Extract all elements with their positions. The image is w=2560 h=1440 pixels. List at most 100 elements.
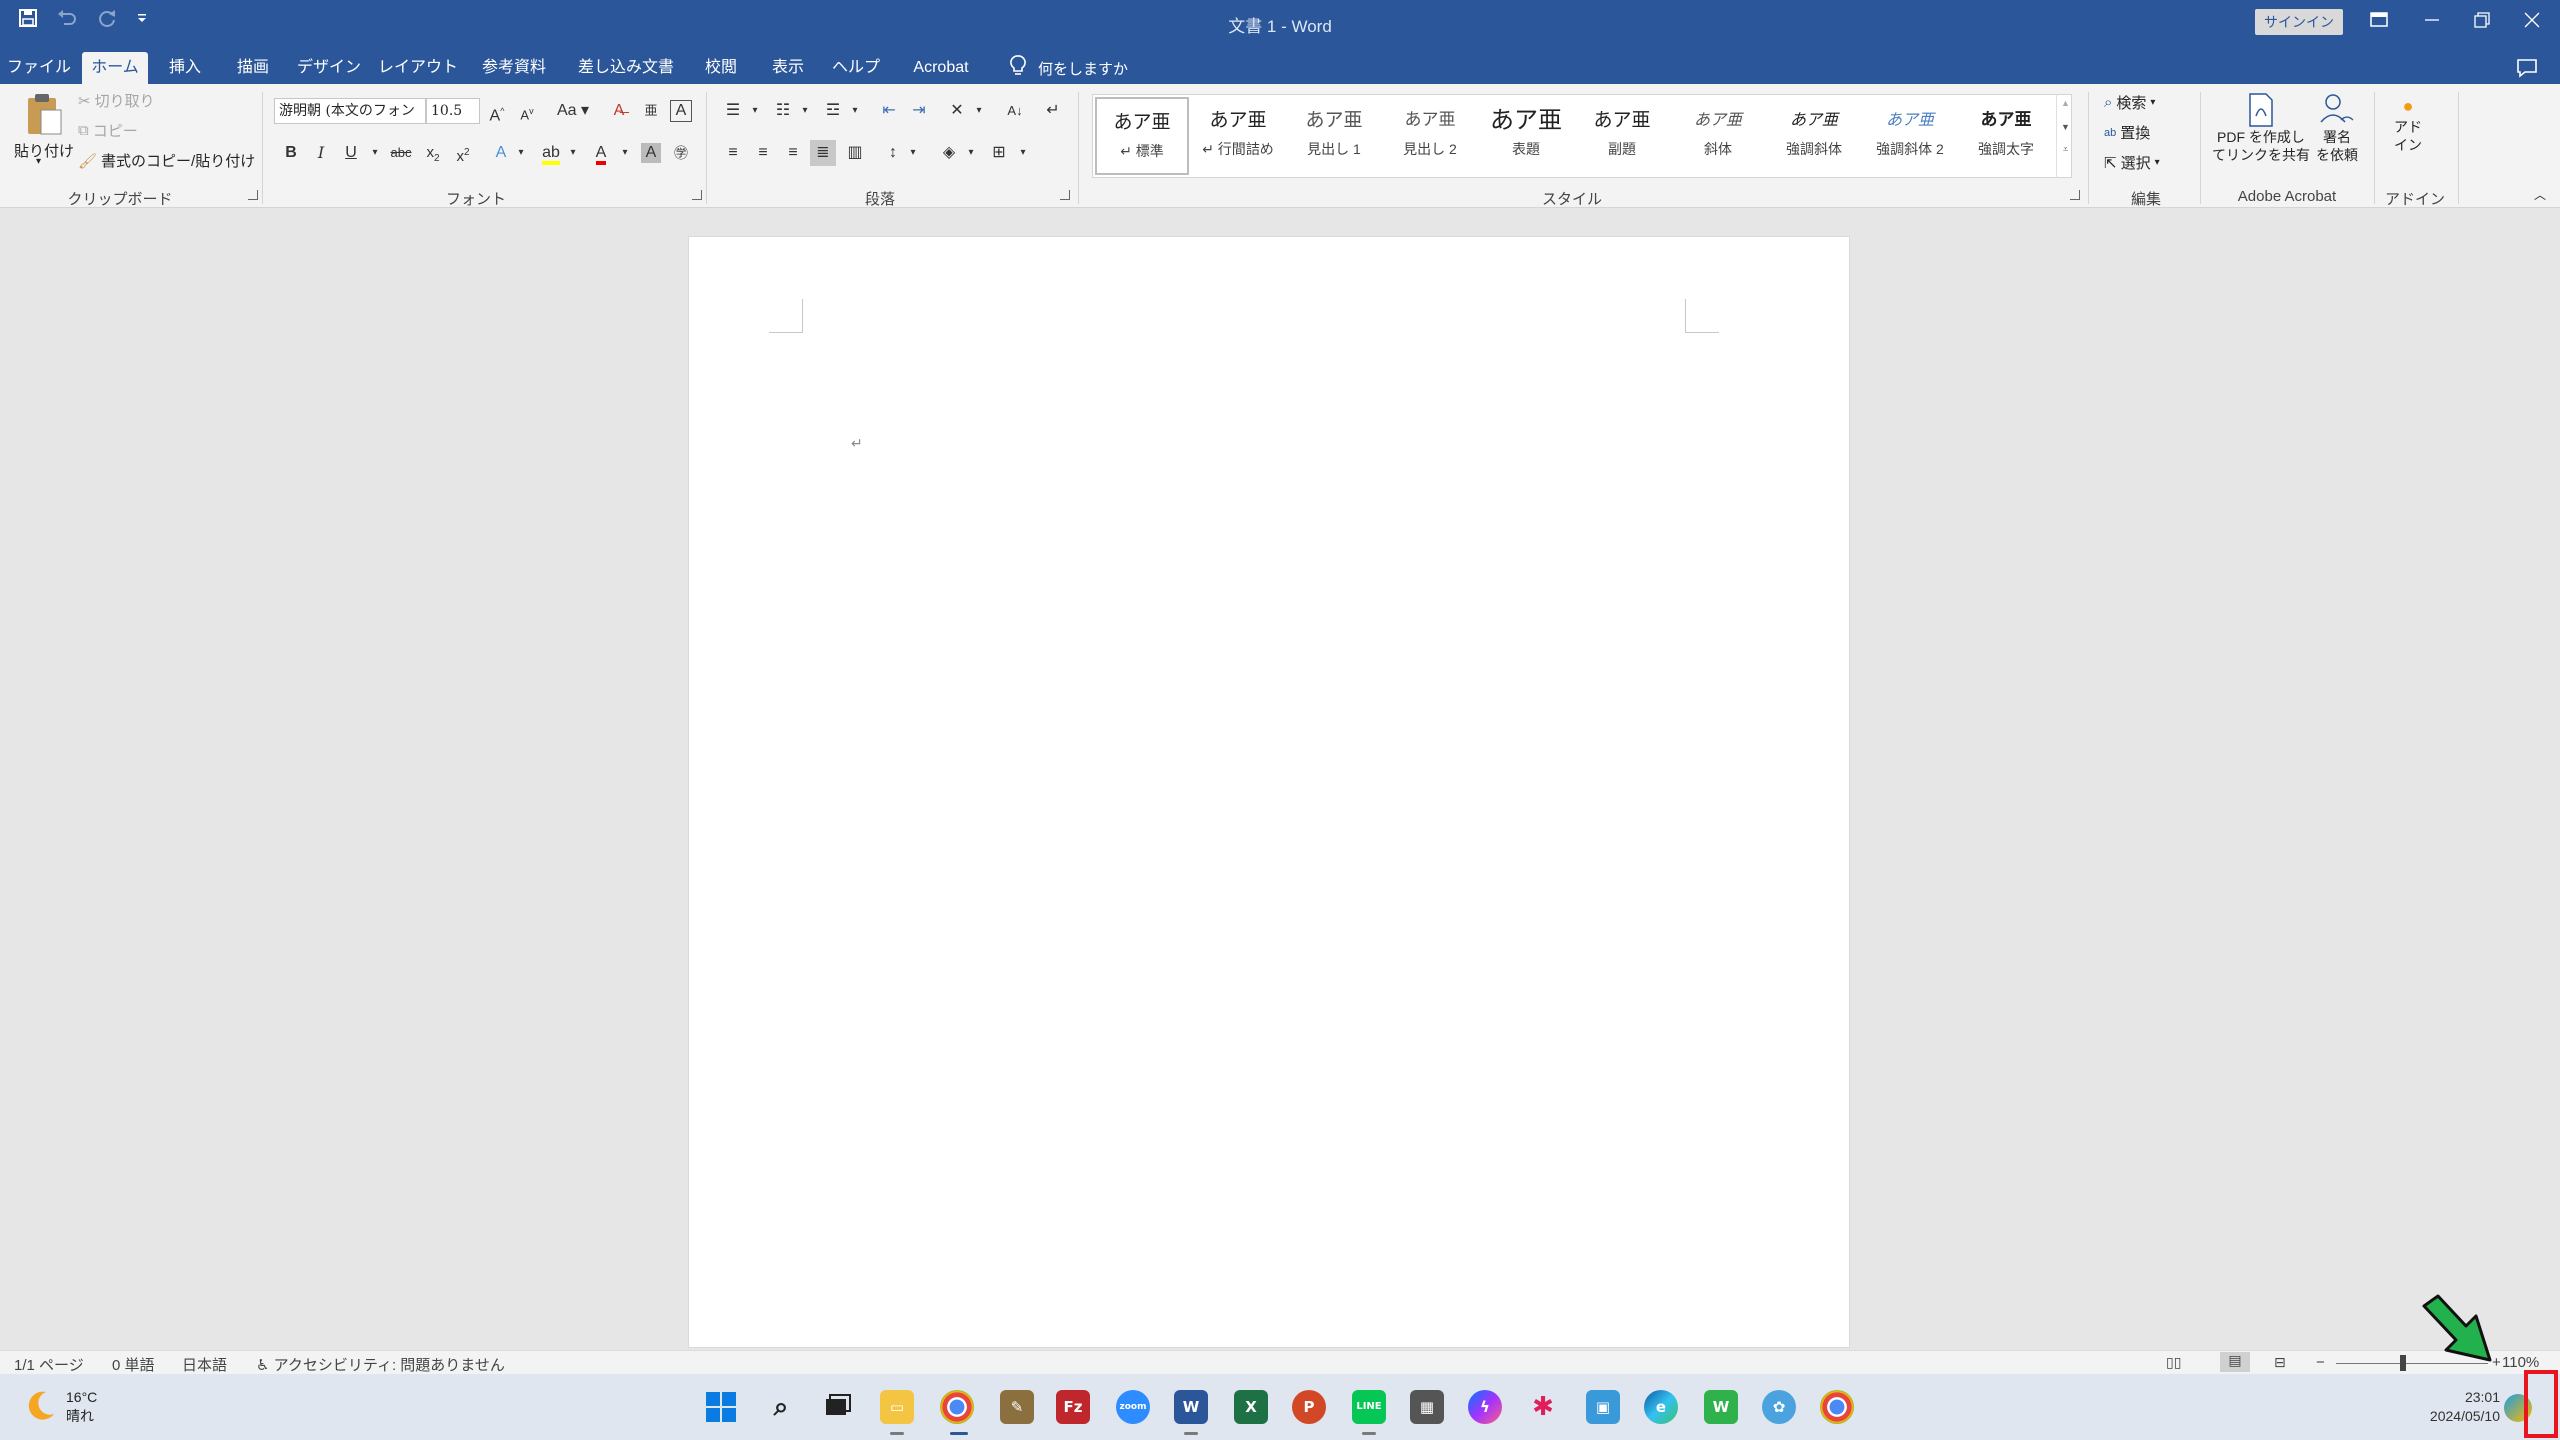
web-layout-icon[interactable]: ⊟ [2274, 1354, 2286, 1371]
start-icon[interactable] [704, 1390, 738, 1424]
font-launcher-icon[interactable] [692, 190, 702, 200]
signin-button[interactable]: サインイン [2255, 9, 2343, 35]
search-icon[interactable]: ⌕ [764, 1390, 798, 1424]
font-name-combo[interactable]: 游明朝 (本文のフォン [274, 98, 426, 124]
multilevel-dropdown-icon[interactable]: ▾ [842, 98, 868, 124]
sort-icon[interactable]: A↓ [1002, 98, 1028, 124]
document-page[interactable]: ↵ [688, 236, 1850, 1348]
language-indicator[interactable]: 日本語 [182, 1354, 227, 1375]
find-button[interactable]: ⌕ 検索 ▾ [2104, 92, 2155, 113]
style-heading-1[interactable]: あア亜 見出し 1 [1287, 97, 1381, 175]
asian-layout-dropdown-icon[interactable]: ▾ [966, 98, 992, 124]
replace-button[interactable]: ab 置換 [2104, 122, 2150, 143]
borders-dropdown-icon[interactable]: ▾ [1010, 140, 1036, 166]
clear-formatting-icon[interactable]: A̶ [606, 98, 632, 124]
create-pdf-button[interactable]: PDF を作成し てリンクを共有 [2212, 92, 2310, 164]
weather-widget[interactable]: 16°C 晴れ [66, 1388, 97, 1426]
align-left-icon[interactable]: ≡ [720, 140, 746, 166]
change-case-button[interactable]: Aa ▾ [552, 98, 594, 124]
style-strong[interactable]: あア亜 強調太字 [1959, 97, 2053, 175]
comments-icon[interactable] [2516, 58, 2538, 83]
print-layout-icon[interactable]: ▤ [2220, 1352, 2250, 1372]
photos-icon[interactable]: ▣ [1586, 1390, 1620, 1424]
messenger-icon[interactable]: ϟ [1468, 1390, 1502, 1424]
cut-button[interactable]: ✂ 切り取り [78, 90, 155, 111]
copy-button[interactable]: ⧉ コピー [78, 120, 138, 141]
request-signature-button[interactable]: 署名 を依頼 [2316, 92, 2358, 164]
minimize-icon[interactable] [2420, 10, 2446, 32]
chevron-down-icon[interactable]: ▼ [2057, 122, 2074, 132]
moon-icon[interactable] [22, 1388, 58, 1429]
superscript-icon[interactable]: x2 [450, 140, 476, 166]
slack-icon[interactable]: ✱ [1526, 1390, 1560, 1424]
line-icon[interactable]: LINE [1352, 1390, 1386, 1424]
decrease-indent-icon[interactable]: ⇤ [876, 98, 902, 124]
strikethrough-button[interactable]: abc [388, 140, 414, 166]
tab-insert[interactable]: 挿入 [160, 52, 210, 84]
bold-button[interactable]: B [278, 140, 304, 166]
tab-layout[interactable]: レイアウト [378, 52, 458, 84]
character-border-icon[interactable]: A [670, 100, 692, 122]
w-icon[interactable]: W [1704, 1390, 1738, 1424]
shrink-font-icon[interactable]: Av [514, 98, 540, 124]
justify-icon[interactable]: ≣ [810, 140, 836, 166]
tab-acrobat[interactable]: Acrobat [900, 52, 982, 84]
font-size-combo[interactable]: 10.5 [426, 98, 480, 124]
tab-home[interactable]: ホーム [82, 52, 148, 84]
notepad-icon[interactable]: ✎ [1000, 1390, 1034, 1424]
highlight-dropdown-icon[interactable]: ▾ [560, 140, 586, 166]
text-effects-dropdown-icon[interactable]: ▾ [508, 140, 534, 166]
zoom-out-icon[interactable]: − [2316, 1354, 2325, 1371]
font-color-dropdown-icon[interactable]: ▾ [612, 140, 638, 166]
chrome-2-icon[interactable] [1820, 1390, 1854, 1424]
tab-design[interactable]: デザイン [294, 52, 364, 84]
ribbon-display-options-icon[interactable] [2368, 10, 2394, 32]
zoom-slider-thumb[interactable] [2400, 1355, 2406, 1371]
enclose-characters-icon[interactable]: ㊫ [668, 140, 694, 166]
word-icon[interactable]: W [1174, 1390, 1208, 1424]
increase-indent-icon[interactable]: ⇥ [906, 98, 932, 124]
collapse-ribbon-icon[interactable]: ︿ [2534, 186, 2546, 203]
close-icon[interactable] [2520, 10, 2546, 32]
calculator-icon[interactable]: ▦ [1410, 1390, 1444, 1424]
tab-draw[interactable]: 描画 [226, 52, 280, 84]
tab-review[interactable]: 校閲 [696, 52, 746, 84]
bullets-dropdown-icon[interactable]: ▾ [742, 98, 768, 124]
paste-button[interactable]: 貼り付け [14, 92, 74, 161]
page-count[interactable]: 1/1 ページ [14, 1354, 84, 1375]
app-icon[interactable]: ✿ [1762, 1390, 1796, 1424]
style-subtitle[interactable]: あア亜 副題 [1575, 97, 1669, 175]
tab-file[interactable]: ファイル [6, 52, 72, 84]
paste-dropdown-icon[interactable]: ▾ [36, 156, 41, 167]
style-heading-2[interactable]: あア亜 見出し 2 [1383, 97, 1477, 175]
zoom-level[interactable]: 110% [2502, 1354, 2539, 1371]
italic-button[interactable]: I [308, 140, 334, 166]
styles-scroll[interactable]: ▲ ▼ ⩡ [2056, 94, 2074, 178]
powerpoint-icon[interactable]: P [1292, 1390, 1326, 1424]
task-view-icon[interactable] [820, 1390, 854, 1424]
restore-icon[interactable] [2470, 10, 2496, 32]
borders-icon[interactable]: ⊞ [986, 140, 1012, 166]
tab-references[interactable]: 参考資料 [472, 52, 556, 84]
clock[interactable]: 23:01 2024/05/10 [2380, 1388, 2500, 1426]
align-center-icon[interactable]: ≡ [750, 140, 776, 166]
tab-mailings[interactable]: 差し込み文書 [570, 52, 682, 84]
style-no-spacing[interactable]: あア亜 ↵ 行間詰め [1191, 97, 1285, 175]
word-count[interactable]: 0 単語 [112, 1354, 155, 1375]
style-title[interactable]: あア亜 表題 [1479, 97, 1573, 175]
format-painter-button[interactable]: 🖌 書式のコピー/貼り付け [78, 150, 255, 171]
styles-more-icon[interactable]: ⩡ [2057, 144, 2074, 155]
chevron-up-icon[interactable]: ▲ [2057, 98, 2074, 108]
clipboard-launcher-icon[interactable] [248, 190, 258, 200]
distributed-icon[interactable]: ▥ [842, 140, 868, 166]
tell-me-search[interactable]: 何をしますか [1010, 52, 1128, 84]
chrome-icon[interactable] [940, 1390, 974, 1424]
numbering-dropdown-icon[interactable]: ▾ [792, 98, 818, 124]
style-normal[interactable]: あア亜 ↵ 標準 [1095, 97, 1189, 175]
filezilla-icon[interactable]: Fz [1056, 1390, 1090, 1424]
paragraph-launcher-icon[interactable] [1060, 190, 1070, 200]
shading-dropdown-icon[interactable]: ▾ [958, 140, 984, 166]
styles-launcher-icon[interactable] [2070, 190, 2080, 200]
subscript-icon[interactable]: x2 [420, 140, 446, 166]
edge-icon[interactable]: e [1644, 1390, 1678, 1424]
